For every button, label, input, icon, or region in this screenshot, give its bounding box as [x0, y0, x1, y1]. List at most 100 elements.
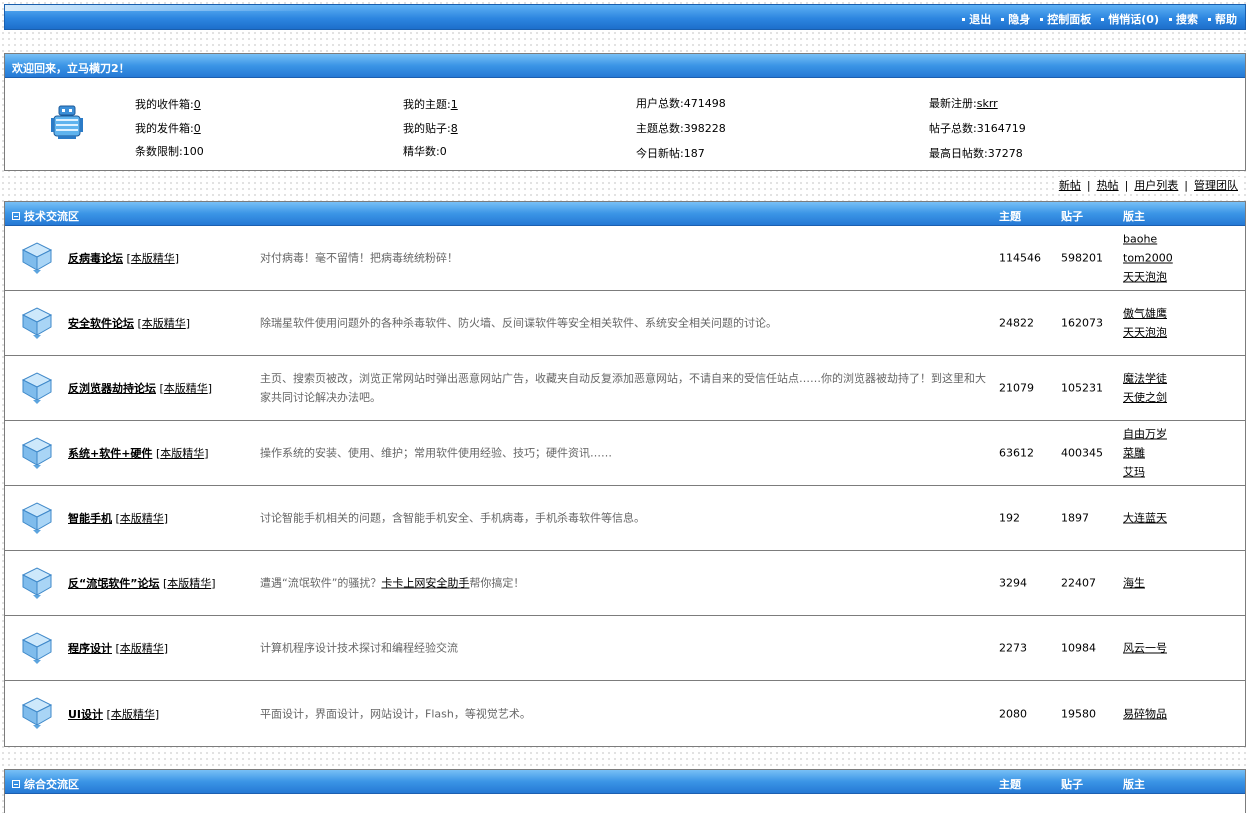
forum-status-icon	[21, 697, 53, 729]
forum-status-icon	[21, 437, 53, 469]
zone-general: 综合交流区 主题 贴子 版主	[4, 769, 1246, 813]
control-panel-link[interactable]: 控制面板	[1040, 11, 1091, 27]
moderator-link[interactable]: 大连蓝天	[1123, 509, 1167, 528]
forum-post-count: 598201	[1061, 251, 1103, 265]
forum-post-count: 19580	[1061, 707, 1096, 720]
help-link[interactable]: 帮助	[1208, 11, 1237, 27]
forum-moderators: 风云一号	[1123, 639, 1167, 658]
outbox-link[interactable]: 0	[194, 122, 201, 135]
moderator-link[interactable]: 艾玛	[1123, 463, 1167, 482]
forum-post-count: 162073	[1061, 316, 1103, 330]
user-list-link[interactable]: 用户列表	[1134, 179, 1178, 192]
moderator-link[interactable]: 海生	[1123, 574, 1145, 593]
forum-moderators: 傲气雄鹰 天天泡泡	[1123, 304, 1167, 342]
hot-posts-link[interactable]: 热帖	[1097, 179, 1119, 192]
forum-elite-link[interactable]: 本版精华	[160, 447, 204, 460]
forum-row: 程序设计 [本版精华] 计算机程序设计技术探讨和编程经验交流 2273 1098…	[5, 616, 1245, 681]
logout-link[interactable]: 退出	[962, 11, 991, 27]
col-mods: 版主	[1123, 210, 1145, 223]
total-posts-stat: 帖子总数:3164719	[929, 122, 1026, 135]
forum-elite-link[interactable]: 本版精华	[167, 577, 211, 590]
bullet-icon	[962, 17, 966, 21]
forum-name-link[interactable]: UI设计	[68, 708, 103, 721]
forum-name-link[interactable]: 安全软件论坛	[68, 317, 134, 330]
forum-status-icon	[21, 372, 53, 404]
forum-topic-count: 2273	[999, 641, 1027, 655]
elite-stat: 精华数:0	[403, 145, 447, 158]
moderator-link[interactable]: 风云一号	[1123, 639, 1167, 658]
col-topics: 主题	[999, 210, 1021, 223]
admin-team-link[interactable]: 管理团队	[1194, 179, 1238, 192]
forum-name-link[interactable]: 智能手机	[68, 512, 112, 525]
total-users-stat: 用户总数:471498	[636, 97, 726, 110]
col-posts: 贴子	[1061, 210, 1083, 223]
moderator-link[interactable]: 天天泡泡	[1123, 268, 1173, 287]
top-nav-bar: 退出 隐身 控制面板 悄悄话(0) 搜索 帮助	[4, 4, 1246, 30]
forum-status-icon	[21, 632, 53, 664]
forum-name-link[interactable]: 反浏览器劫持论坛	[68, 382, 156, 395]
forum-description: 遭遇“流氓软件”的骚扰？卡卡上网安全助手帮你搞定！	[260, 576, 525, 590]
forum-post-count: 105231	[1061, 381, 1103, 395]
today-posts-stat: 今日新帖:187	[636, 147, 705, 160]
forum-name-link[interactable]: 反病毒论坛	[68, 252, 123, 265]
forum-elite-link[interactable]: 本版精华	[131, 252, 175, 265]
bullet-icon	[1040, 17, 1044, 21]
moderator-link[interactable]: 傲气雄鹰	[1123, 304, 1167, 323]
forum-row: 安全软件论坛 [本版精华] 除瑞星软件使用问题外的各种杀毒软件、防火墙、反间谍软…	[5, 291, 1245, 356]
moderator-link[interactable]: 魔法学徒	[1123, 369, 1167, 388]
bullet-icon	[1208, 17, 1211, 21]
my-posts-link[interactable]: 8	[451, 122, 458, 135]
outbox-stat: 我的发件箱:0	[135, 122, 201, 135]
inbox-link[interactable]: 0	[194, 98, 201, 111]
new-posts-link[interactable]: 新帖	[1059, 179, 1081, 192]
desc-inline-link[interactable]: 卡卡上网安全助手	[381, 577, 469, 590]
collapse-icon[interactable]	[12, 780, 20, 788]
forum-description: 主页、搜索页被改，浏览正常网站时弹出恶意网站广告，收藏夹自动反复添加恶意网站，不…	[260, 372, 986, 404]
collapse-icon[interactable]	[12, 212, 20, 220]
forum-elite-link[interactable]: 本版精华	[142, 317, 186, 330]
forum-elite-link[interactable]: 本版精华	[120, 512, 164, 525]
moderator-link[interactable]: 天天泡泡	[1123, 323, 1167, 342]
col-mods: 版主	[1123, 778, 1145, 791]
forum-elite-link[interactable]: 本版精华	[164, 382, 208, 395]
forum-moderators: baohe tom2000 天天泡泡	[1123, 230, 1173, 287]
forum-status-icon	[21, 567, 53, 599]
search-link[interactable]: 搜索	[1169, 11, 1198, 27]
forum-post-count: 400345	[1061, 446, 1103, 460]
invisible-link[interactable]: 隐身	[1001, 11, 1030, 27]
forum-status-icon	[21, 307, 53, 339]
moderator-link[interactable]: 易碎物品	[1123, 704, 1167, 723]
forum-topic-count: 114546	[999, 251, 1041, 265]
top-nav-links: 退出 隐身 控制面板 悄悄话(0) 搜索 帮助	[962, 11, 1237, 27]
forum-moderators: 自由万岁 菜雕 艾玛	[1123, 425, 1167, 482]
my-topics-link[interactable]: 1	[451, 98, 458, 111]
forum-status-icon	[21, 502, 53, 534]
zone-title: 技术交流区	[24, 210, 79, 223]
my-posts-stat: 我的贴子:8	[403, 122, 458, 135]
forum-row: 反浏览器劫持论坛 [本版精华] 主页、搜索页被改，浏览正常网站时弹出恶意网站广告…	[5, 356, 1245, 421]
my-topics-stat: 我的主题:1	[403, 98, 458, 111]
forum-post-count: 22407	[1061, 576, 1096, 590]
forum-moderators: 海生	[1123, 574, 1145, 593]
moderator-link[interactable]: baohe	[1123, 230, 1173, 249]
forum-description: 对付病毒！毫不留情！把病毒统统粉碎！	[260, 251, 458, 265]
moderator-link[interactable]: tom2000	[1123, 249, 1173, 268]
bullet-icon	[1101, 17, 1105, 21]
private-messages-link[interactable]: 悄悄话(0)	[1101, 11, 1159, 27]
forum-topic-count: 3294	[999, 576, 1027, 590]
moderator-link[interactable]: 天使之剑	[1123, 388, 1167, 407]
zone-header: 综合交流区 主题 贴子 版主	[5, 770, 1245, 794]
forum-description: 除瑞星软件使用问题外的各种杀毒软件、防火墙、反间谍软件等安全相关软件、系统安全相…	[260, 316, 777, 330]
forum-name-link[interactable]: 程序设计	[68, 642, 112, 655]
forum-name-link[interactable]: 反“流氓软件”论坛	[68, 577, 159, 590]
forum-elite-link[interactable]: 本版精华	[111, 708, 155, 721]
forum-name-link[interactable]: 系统+软件+硬件	[68, 447, 152, 460]
bullet-icon	[1001, 17, 1005, 21]
moderator-link[interactable]: 自由万岁	[1123, 425, 1167, 444]
newest-member-link[interactable]: skrr	[977, 97, 998, 110]
zone-header: 技术交流区 主题 贴子 版主	[5, 202, 1245, 226]
quick-links: 新帖 | 热帖 | 用户列表 | 管理团队	[1056, 177, 1240, 193]
forum-elite-link[interactable]: 本版精华	[120, 642, 164, 655]
forum-row: 系统+软件+硬件 [本版精华] 操作系统的安装、使用、维护；常用软件使用经验、技…	[5, 421, 1245, 486]
moderator-link[interactable]: 菜雕	[1123, 444, 1167, 463]
